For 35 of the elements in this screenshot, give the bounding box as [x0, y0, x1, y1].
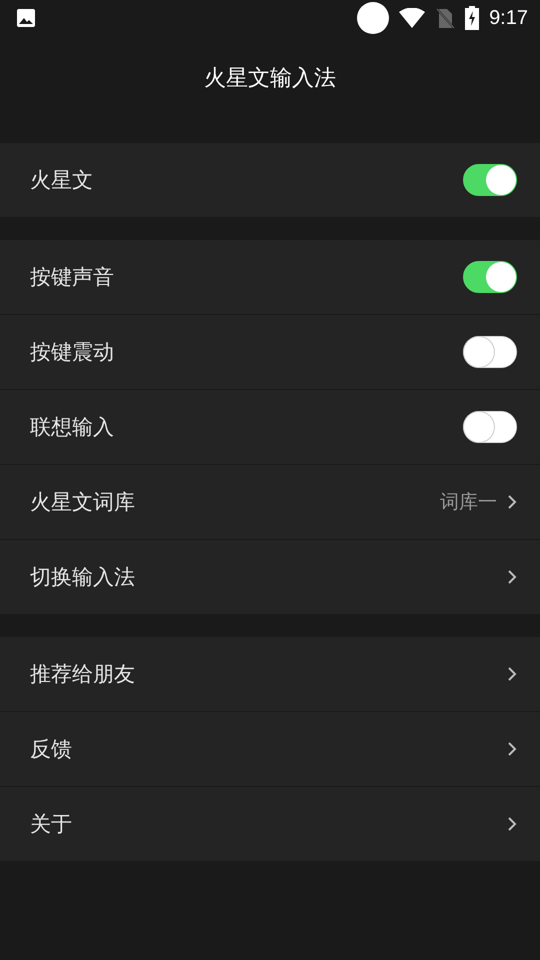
current-value: 词库一: [440, 490, 497, 515]
settings-row[interactable]: 切换输入法: [0, 539, 540, 614]
settings-row[interactable]: 按键震动: [0, 314, 540, 389]
setting-label: 切换输入法: [30, 564, 136, 591]
settings-row[interactable]: 火星文词库 词库一: [0, 464, 540, 539]
chevron-right-icon: [507, 569, 517, 585]
circle-icon: [357, 2, 390, 34]
setting-label: 关于: [30, 811, 73, 838]
toggle-switch[interactable]: [463, 336, 517, 368]
image-icon: [16, 8, 36, 28]
setting-label: 按键声音: [30, 264, 115, 291]
settings-row[interactable]: 推荐给朋友: [0, 637, 540, 711]
page-title: 火星文输入法: [203, 65, 337, 93]
settings-row[interactable]: 反馈: [0, 711, 540, 786]
setting-label: 火星文: [30, 167, 94, 194]
toggle-switch[interactable]: [463, 261, 517, 293]
settings-row[interactable]: 联想输入: [0, 389, 540, 464]
setting-label: 推荐给朋友: [30, 661, 136, 688]
setting-label: 火星文词库: [30, 489, 136, 516]
chevron-right-icon: [507, 741, 517, 757]
battery-charging-icon: [465, 6, 480, 30]
settings-row[interactable]: 关于: [0, 786, 540, 861]
wifi-icon: [399, 8, 426, 28]
no-sim-icon: [435, 7, 456, 29]
toggle-switch[interactable]: [463, 164, 517, 196]
setting-label: 反馈: [30, 736, 73, 763]
settings-row[interactable]: 火星文: [0, 143, 540, 217]
setting-label: 按键震动: [30, 339, 115, 366]
toggle-switch[interactable]: [463, 411, 517, 443]
chevron-right-icon: [507, 816, 517, 832]
chevron-right-icon: [507, 666, 517, 682]
clock-time: 9:17: [489, 6, 528, 30]
chevron-right-icon: [507, 494, 517, 510]
settings-row[interactable]: 按键声音: [0, 240, 540, 314]
setting-label: 联想输入: [30, 414, 115, 441]
